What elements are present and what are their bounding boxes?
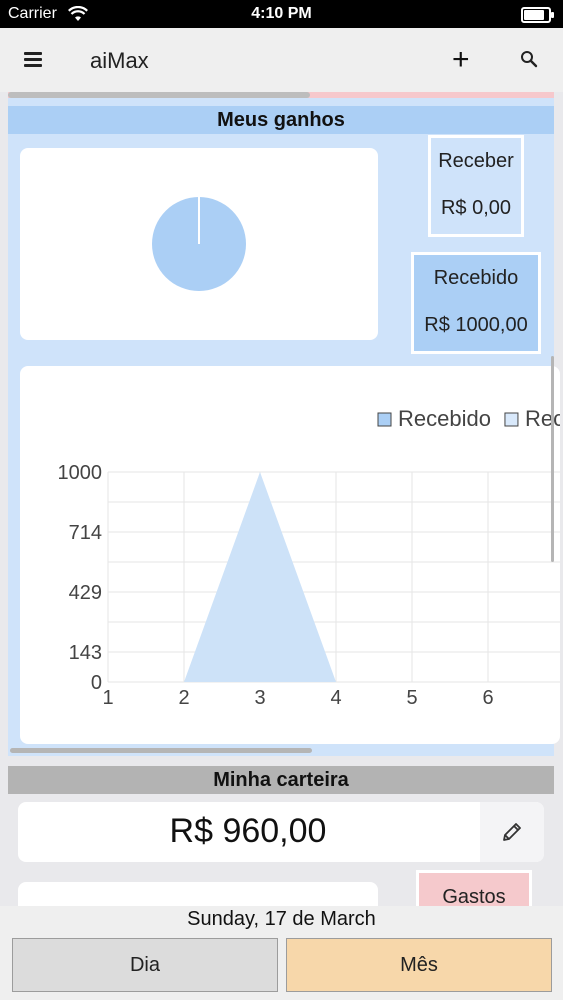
- receber-label: Receber: [438, 150, 514, 172]
- recebido-value: R$ 1000,00: [424, 314, 528, 336]
- chart-vertical-scrollbar[interactable]: [551, 356, 554, 562]
- line-chart-card: 1000 714 429 143 0 1 2 3 4 5 6 Recebido Rec: [20, 366, 560, 744]
- dia-button[interactable]: Dia: [12, 938, 278, 992]
- area-series-recebido: [108, 472, 488, 682]
- area-chart: 1000 714 429 143 01 2 3 4 5 6 Recebido Rec: [58, 406, 560, 709]
- y-tick-label: 0: [91, 672, 102, 694]
- menu-icon[interactable]: [24, 52, 42, 67]
- mes-button[interactable]: Mês: [286, 938, 552, 992]
- y-tick-label: 143: [69, 642, 102, 664]
- y-tick-label: 429: [69, 582, 102, 604]
- clock-label: 4:10 PM: [251, 5, 312, 22]
- chart-horizontal-scrollbar[interactable]: [10, 748, 312, 753]
- wallet-amount: R$ 960,00: [169, 812, 327, 850]
- pie-chart-card: [20, 148, 378, 340]
- earnings-title: Meus ganhos: [8, 106, 554, 134]
- legend-label: Rec: [525, 406, 560, 431]
- app-title: aiMax: [90, 48, 149, 73]
- receber-box[interactable]: Receber R$ 0,00: [428, 135, 524, 237]
- legend-swatch: [377, 412, 392, 427]
- x-tick-label: 5: [406, 687, 417, 709]
- legend-label: Recebido: [398, 406, 491, 431]
- recebido-label: Recebido: [433, 267, 519, 289]
- pie-chart: [152, 197, 246, 291]
- x-tick-label: 6: [482, 687, 493, 709]
- pencil-icon: [503, 823, 521, 841]
- wallet-title: Minha carteira: [8, 766, 554, 794]
- bottom-bar: Sunday, 17 de March Dia Mês: [0, 906, 563, 1000]
- search-icon[interactable]: [520, 50, 538, 68]
- add-button[interactable]: +: [452, 45, 470, 75]
- status-bar: Carrier 4:10 PM: [0, 0, 563, 28]
- navigation-bar: aiMax +: [0, 28, 563, 92]
- earnings-panel: Meus ganhos Receber R$ 0,00 Recebido R$ …: [8, 98, 560, 756]
- x-tick-label: 1: [102, 687, 113, 709]
- edit-balance-button[interactable]: [480, 802, 544, 862]
- recebido-box[interactable]: Recebido R$ 1000,00: [411, 252, 541, 354]
- x-tick-label: 2: [178, 687, 189, 709]
- x-tick-label: 4: [330, 687, 341, 709]
- x-tick-label: 3: [254, 687, 265, 709]
- wallet-balance-card: R$ 960,00: [18, 802, 544, 862]
- battery-icon: [521, 7, 554, 23]
- legend-swatch: [504, 412, 519, 427]
- y-tick-label: 714: [69, 522, 102, 544]
- date-label: Sunday, 17 de March: [187, 908, 376, 930]
- y-tick-label: 1000: [58, 462, 103, 484]
- receber-value: R$ 0,00: [440, 197, 512, 219]
